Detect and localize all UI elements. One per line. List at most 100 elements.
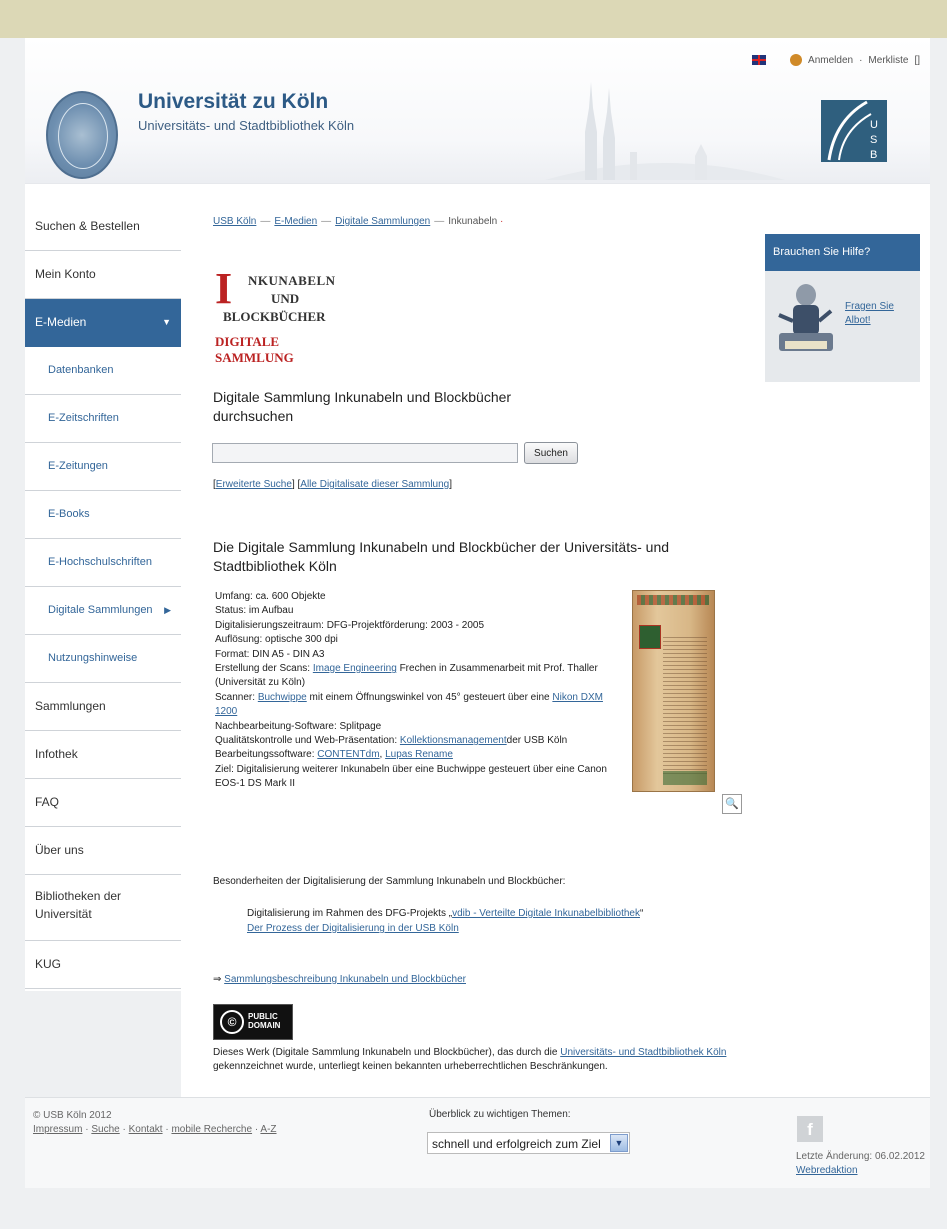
sidebar-item-datenbanken[interactable]: Datenbanken <box>25 347 181 395</box>
logo-line: UND <box>271 291 300 306</box>
sidebar-item-kug[interactable]: KUG <box>25 941 181 989</box>
public-domain-icon: © <box>220 1010 244 1034</box>
separator: · <box>859 54 863 66</box>
extended-search-link[interactable]: Erweiterte Suche <box>216 479 292 490</box>
svg-text:S: S <box>870 134 877 146</box>
sidebar-item-e-zeitungen[interactable]: E-Zeitungen <box>25 443 181 491</box>
lupas-rename-link[interactable]: Lupas Rename <box>385 749 453 760</box>
copyright: © USB Köln 2012 <box>33 1110 112 1121</box>
footer-link-kontakt[interactable]: Kontakt <box>129 1124 163 1135</box>
sammlungsbeschreibung: ⇒ Sammlungsbeschreibung Inkunabeln und B… <box>213 974 466 985</box>
sidebar-item-label: E-Medien <box>35 315 87 329</box>
usb-logo[interactable]: U S B <box>821 100 887 162</box>
list-text: Digitalisierung im Rahmen des DFG-Projek… <box>247 908 453 919</box>
search-input[interactable] <box>212 443 518 463</box>
manuscript-thumbnail[interactable] <box>632 590 715 792</box>
meta-label: Scanner: <box>215 691 256 703</box>
manuscript-border <box>637 595 709 605</box>
albot-link[interactable]: Fragen Sie Albot! <box>845 300 905 328</box>
inkunabeln-logo: I NKUNABELN UND BLOCKBÜCHER DIGITALE SAM… <box>215 261 355 365</box>
footer-link-az[interactable]: A-Z <box>260 1124 276 1135</box>
search-button[interactable]: Suchen <box>524 442 578 464</box>
license-text-prefix: Dieses Werk (Digitale Sammlung Inkunabel… <box>213 1047 558 1058</box>
list-item: Digitalisierung im Rahmen des DFG-Projek… <box>247 906 643 921</box>
breadcrumb-current: Inkunabeln <box>448 216 498 227</box>
footer: © USB Köln 2012 Impressum · Suche · Kont… <box>25 1097 930 1188</box>
user-icon <box>790 54 803 66</box>
sidebar-item-suchen[interactable]: Suchen & Bestellen <box>25 203 181 251</box>
sidebar-item-sammlungen[interactable]: Sammlungen <box>25 683 181 731</box>
vdib-link[interactable]: vdib - Verteilte Digitale Inkunabelbibli… <box>452 908 640 919</box>
kollektionsmanagement-link[interactable]: Kollektionsmanagement <box>400 735 507 746</box>
sidebar-item-bibliotheken[interactable]: Bibliotheken der Universität <box>25 875 181 941</box>
search-title: Digitale Sammlung Inkunabeln und Blockbü… <box>213 389 512 424</box>
meta-zeitraum: Digitalisierungszeitraum: DFG-Projektför… <box>215 619 485 631</box>
webredaktion-link[interactable]: Webredaktion <box>796 1165 858 1176</box>
sidebar-item-label: Suchen & Bestellen <box>35 219 140 233</box>
meta-status: Status: im Aufbau <box>215 605 294 617</box>
contentdm-link[interactable]: CONTENTdm <box>317 749 379 760</box>
top-navigation: Anmelden · Merkliste [] <box>752 54 920 66</box>
last-change: Letzte Änderung: 06.02.2012 <box>796 1151 925 1162</box>
sidebar-item-label: Infothek <box>35 747 78 761</box>
sidebar-item-label: E-Hochschulschriften <box>48 556 152 568</box>
collection-metadata: Umfang: ca. 600 Objekte Status: im Aufba… <box>215 590 615 792</box>
merkliste-count: [] <box>914 54 920 66</box>
breadcrumb-link[interactable]: USB Köln <box>213 216 256 227</box>
meta-text: mit einem Öffnungswinkel von 45° gesteue… <box>309 691 550 703</box>
meta-label: Qualitätskontrolle und Web-Präsentation: <box>215 735 398 747</box>
sidebar-item-digitale-sammlungen[interactable]: Digitale Sammlungen ▶ <box>25 587 181 635</box>
sidebar-item-e-hochschulschriften[interactable]: E-Hochschulschriften <box>25 539 181 587</box>
breadcrumb-separator: — <box>321 216 332 227</box>
themes-selected: schnell und erfolgreich zum Ziel <box>432 1137 601 1151</box>
sidebar-item-konto[interactable]: Mein Konto <box>25 251 181 299</box>
image-engineering-link[interactable]: Image Engineering <box>313 663 397 674</box>
meta-label: Bearbeitungssoftware: <box>215 749 315 761</box>
site-header: Universität zu Köln Universitäts- und St… <box>25 38 930 184</box>
sidebar-item-label: FAQ <box>35 795 60 809</box>
login-link[interactable]: Anmelden <box>808 55 853 66</box>
breadcrumb-link[interactable]: E-Medien <box>274 216 317 227</box>
sidebar-filler <box>25 991 181 1111</box>
seal-inner-ring <box>58 103 108 169</box>
sammlungsbeschreibung-link[interactable]: Sammlungsbeschreibung Inkunabeln und Blo… <box>224 974 466 985</box>
meta-nachbearbeitung: Nachbearbeitung-Software: Splitpage <box>215 720 382 732</box>
magnifier-icon[interactable]: 🔍 <box>722 794 742 814</box>
logo-initial: I <box>215 264 233 313</box>
breadcrumb-link[interactable]: Digitale Sammlungen <box>335 216 430 227</box>
sidebar-item-ueber-uns[interactable]: Über uns <box>25 827 181 875</box>
meta-text: der USB Köln <box>506 735 568 747</box>
merkliste-link[interactable]: Merkliste <box>868 55 908 66</box>
sidebar-item-e-medien[interactable]: E-Medien ▼ <box>25 299 181 347</box>
breadcrumb: USB Köln — E-Medien — Digitale Sammlungen — In… <box>213 216 503 227</box>
sidebar-item-e-books[interactable]: E-Books <box>25 491 181 539</box>
sidebar-item-infothek[interactable]: Infothek <box>25 731 181 779</box>
sidebar-item-label: E-Books <box>48 508 90 520</box>
meta-label: Erstellung der Scans: <box>215 663 311 675</box>
usb-link[interactable]: Universitäts- und Stadtbibliothek Köln <box>560 1047 726 1058</box>
footer-link-impressum[interactable]: Impressum <box>33 1124 82 1135</box>
prozess-link[interactable]: Der Prozess der Digitalisierung in der U… <box>247 923 459 934</box>
dropdown-arrow-icon[interactable]: ▼ <box>610 1134 628 1152</box>
footer-link-mobile[interactable]: mobile Recherche <box>171 1124 252 1135</box>
themes-select[interactable]: schnell und erfolgreich zum Ziel ▼ <box>427 1132 630 1154</box>
footer-link-suche[interactable]: Suche <box>91 1124 119 1135</box>
sidebar-nav: Suchen & Bestellen Mein Konto E-Medien ▼ … <box>25 203 181 989</box>
sidebar-item-label: E-Zeitschriften <box>48 412 119 424</box>
meta-scanner: Scanner: Buchwippe mit einem Öffnungswin… <box>215 691 615 720</box>
facebook-icon[interactable]: f <box>797 1116 823 1142</box>
sidebar-item-e-zeitschriften[interactable]: E-Zeitschriften <box>25 395 181 443</box>
english-flag-icon[interactable] <box>752 55 767 65</box>
footer-links: Impressum · Suche · Kontakt · mobile Rec… <box>33 1124 277 1135</box>
all-digitized-link[interactable]: Alle Digitalisate dieser Sammlung <box>300 479 449 490</box>
sidebar-item-faq[interactable]: FAQ <box>25 779 181 827</box>
albot-figure-icon[interactable] <box>775 281 837 359</box>
university-title[interactable]: Universität zu Köln <box>138 90 328 114</box>
public-domain-badge[interactable]: © PUBLIC DOMAIN <box>213 1004 293 1040</box>
sidebar-item-nutzungshinweise[interactable]: Nutzungshinweise <box>25 635 181 683</box>
university-seal-logo[interactable] <box>46 91 118 179</box>
badge-text: PUBLIC DOMAIN <box>248 1012 281 1030</box>
themes-label: Überblick zu wichtigen Themen: <box>429 1109 571 1120</box>
buchwippe-link[interactable]: Buchwippe <box>258 692 307 703</box>
logo-line: BLOCKBÜCHER <box>223 309 326 324</box>
